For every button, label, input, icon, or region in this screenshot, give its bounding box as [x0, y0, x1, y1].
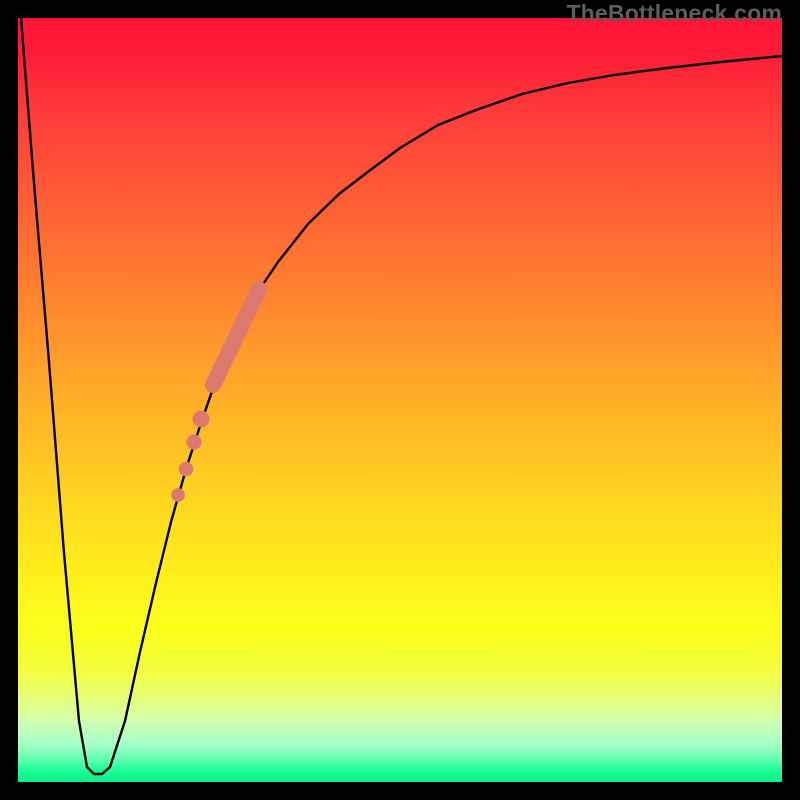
chart-stage: TheBottleneck.com [0, 0, 800, 800]
watermark-text: TheBottleneck.com [566, 0, 782, 27]
plot-area [18, 18, 782, 782]
marker-dot [171, 488, 185, 502]
marker-dot [179, 462, 194, 477]
marker-dot [186, 434, 201, 449]
marker-dot [193, 411, 210, 428]
chart-svg [18, 18, 782, 782]
marker-segment [213, 289, 259, 385]
bottleneck-curve [21, 18, 782, 774]
